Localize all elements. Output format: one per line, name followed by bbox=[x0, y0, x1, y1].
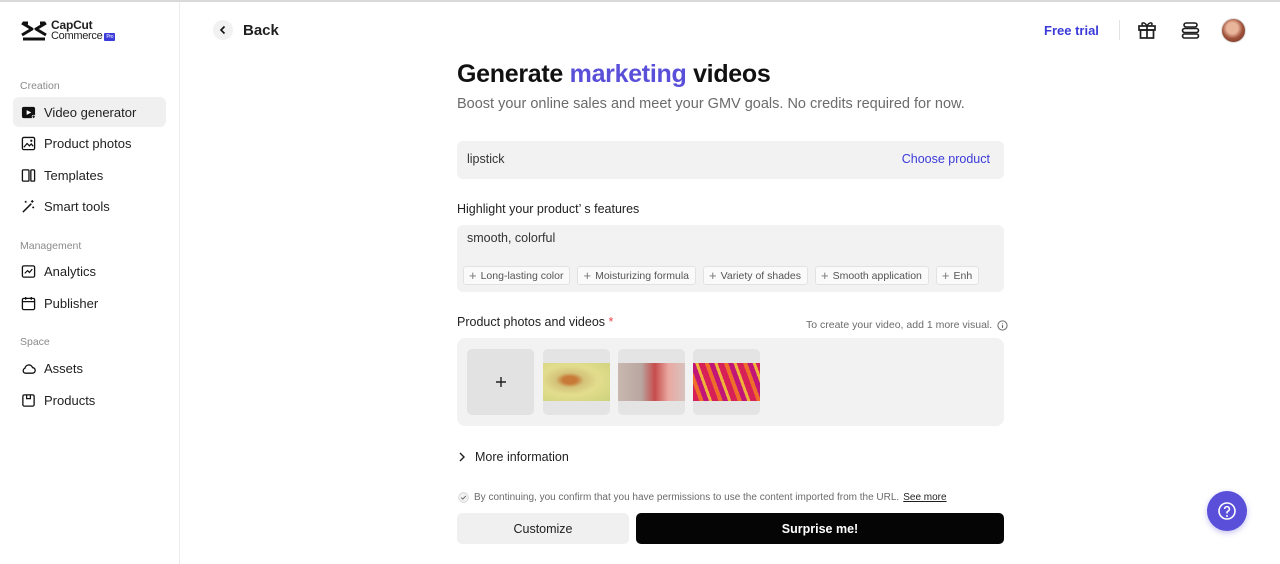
plus-icon: + bbox=[583, 268, 592, 283]
templates-icon bbox=[21, 168, 36, 182]
sidebar-item-label: Templates bbox=[44, 167, 104, 183]
box-icon bbox=[22, 393, 35, 407]
feature-chip[interactable]: + Moisturizing formula bbox=[577, 266, 697, 285]
customize-button[interactable]: Customize bbox=[457, 513, 629, 544]
feature-chip[interactable]: + Variety of shades bbox=[703, 266, 808, 285]
sidebar-item-publisher[interactable]: Publisher bbox=[13, 288, 166, 318]
sidebar-item-products[interactable]: Products bbox=[13, 385, 166, 415]
title-accent: marketing bbox=[569, 60, 687, 88]
media-thumbnail[interactable] bbox=[543, 349, 610, 415]
more-information-toggle[interactable]: More information bbox=[457, 450, 569, 464]
features-input[interactable]: smooth, colorful + Long-lasting color + Mo… bbox=[457, 225, 1004, 292]
media-thumbnail[interactable] bbox=[618, 349, 685, 415]
avatar[interactable] bbox=[1221, 18, 1246, 43]
sidebar-item-label: Smart tools bbox=[44, 198, 110, 214]
sidebar-item-label: Products bbox=[44, 392, 96, 408]
plus-icon: + bbox=[469, 268, 477, 283]
sidebar-item-assets[interactable]: Assets bbox=[13, 353, 166, 383]
section-label-creation: Creation bbox=[20, 80, 60, 92]
choose-product-button[interactable]: Choose product bbox=[902, 152, 990, 166]
sidebar-item-product-photos[interactable]: Product photos bbox=[13, 128, 166, 158]
back-label: Back bbox=[243, 21, 279, 39]
sidebar-item-label: Assets bbox=[44, 360, 84, 376]
help-icon bbox=[1218, 502, 1236, 520]
info-icon[interactable] bbox=[997, 319, 1008, 331]
help-button[interactable] bbox=[1207, 491, 1247, 531]
page-subtitle: Boost your online sales and meet your GM… bbox=[457, 96, 965, 112]
top-border bbox=[0, 0, 1280, 2]
sidebar-item-video-generator[interactable]: Video generator bbox=[13, 97, 166, 127]
page-title: Generate marketing videos bbox=[457, 60, 771, 88]
sidebar-item-label: Publisher bbox=[44, 295, 99, 311]
plus-icon: + bbox=[941, 268, 950, 283]
free-trial-link[interactable]: Free trial bbox=[1044, 23, 1099, 38]
lipstick-shades-image bbox=[693, 363, 760, 401]
header-divider bbox=[1119, 20, 1120, 40]
sidebar-item-label: Product photos bbox=[44, 135, 132, 151]
sidebar-item-smart-tools[interactable]: Smart tools bbox=[13, 191, 166, 221]
plus-icon: + bbox=[709, 268, 717, 283]
surprise-me-button[interactable]: Surprise me! bbox=[636, 513, 1004, 544]
lipstick-application-image bbox=[618, 363, 685, 401]
see-more-link[interactable]: See more bbox=[903, 492, 946, 503]
sidebar: CapCut Commerce Pro Creation Video genera… bbox=[0, 2, 180, 564]
sidebar-item-analytics[interactable]: Analytics bbox=[13, 256, 166, 286]
sidebar-item-label: Video generator bbox=[44, 104, 137, 120]
chevron-right-icon bbox=[459, 452, 465, 462]
product-value[interactable]: lipstick bbox=[467, 152, 505, 166]
calendar-icon bbox=[21, 296, 36, 310]
features-value[interactable]: smooth, colorful bbox=[467, 231, 555, 245]
feature-chip[interactable]: + Smooth application bbox=[814, 266, 929, 285]
media-upload-area bbox=[457, 338, 1004, 426]
layers-icon[interactable] bbox=[1181, 21, 1200, 40]
product-input[interactable]: lipstick Choose product bbox=[457, 141, 1004, 179]
add-media-button[interactable] bbox=[467, 349, 534, 415]
video-generator-icon bbox=[21, 106, 36, 119]
media-hint: To create your video, add 1 more visual. bbox=[806, 319, 1008, 331]
gift-icon[interactable] bbox=[1137, 20, 1157, 40]
brand-sub: Commerce bbox=[51, 30, 103, 42]
media-label: Product photos and videos * bbox=[457, 315, 614, 329]
required-mark: * bbox=[608, 315, 614, 329]
pro-badge: Pro bbox=[104, 32, 116, 41]
consent-notice: By continuing, you confirm that you have… bbox=[458, 492, 947, 503]
feature-chip[interactable]: + Enh bbox=[935, 266, 980, 285]
feature-chip[interactable]: + Long-lasting color bbox=[463, 266, 571, 285]
plus-icon: + bbox=[820, 268, 829, 283]
cloud-icon bbox=[22, 363, 36, 374]
plus-icon bbox=[495, 377, 506, 387]
chevron-left-icon bbox=[213, 20, 233, 40]
capcut-logo-icon bbox=[21, 21, 47, 41]
section-label-management: Management bbox=[20, 240, 82, 252]
sidebar-item-templates[interactable]: Templates bbox=[13, 160, 166, 190]
lipstick-mirror-image bbox=[543, 363, 610, 401]
feature-suggestions: + Long-lasting color + Moisturizing formul… bbox=[463, 266, 986, 285]
analytics-icon bbox=[21, 264, 36, 278]
sidebar-item-label: Analytics bbox=[44, 263, 97, 279]
check-icon[interactable] bbox=[458, 492, 469, 503]
magic-wand-icon bbox=[22, 199, 35, 213]
product-photos-icon bbox=[21, 136, 36, 150]
media-thumbnail[interactable] bbox=[693, 349, 760, 415]
features-label: Highlight your product’ s features bbox=[457, 202, 640, 216]
back-button[interactable]: Back bbox=[213, 20, 279, 40]
section-label-space: Space bbox=[20, 336, 50, 348]
capcut-commerce-logo[interactable]: CapCut Commerce Pro bbox=[20, 19, 116, 42]
